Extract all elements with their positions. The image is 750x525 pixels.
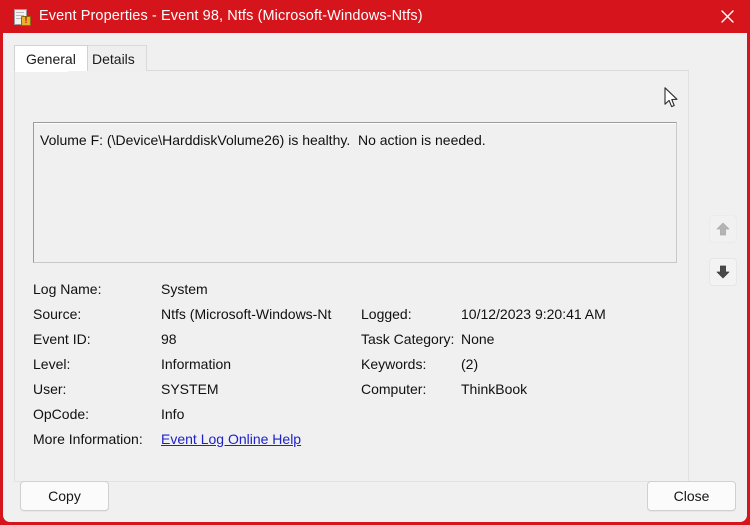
event-description-textbox[interactable]: Volume F: (\Device\HarddiskVolume26) is … <box>33 122 677 263</box>
field-user-label: User: <box>33 380 67 397</box>
copy-button-label: Copy <box>48 488 81 504</box>
close-button[interactable]: Close <box>647 481 736 511</box>
arrow-down-icon <box>716 265 730 279</box>
field-logged-label: Logged: <box>361 305 412 322</box>
field-computer-label: Computer: <box>361 380 427 397</box>
field-log-name: Log Name: System <box>33 276 373 301</box>
tab-panel-general: Volume F: (\Device\HarddiskVolume26) is … <box>14 70 689 482</box>
field-task-category: Task Category: None <box>361 326 677 351</box>
field-task-category-value: None <box>461 330 495 347</box>
client-area: Volume F: (\Device\HarddiskVolume26) is … <box>3 33 747 522</box>
previous-event-button[interactable] <box>709 215 737 243</box>
event-description-text: Volume F: (\Device\HarddiskVolume26) is … <box>40 132 486 148</box>
field-task-category-label: Task Category: <box>361 330 455 347</box>
field-level-label: Level: <box>33 355 71 372</box>
field-opcode: OpCode: Info <box>33 401 373 426</box>
event-log-online-help-link[interactable]: Event Log Online Help <box>161 431 301 447</box>
field-log-name-label: Log Name: <box>33 280 102 297</box>
field-opcode-label: OpCode: <box>33 405 90 422</box>
next-event-button[interactable] <box>709 258 737 286</box>
tab-strip: General Details <box>14 45 689 71</box>
window-title: Event Properties - Event 98, Ntfs (Micro… <box>39 8 423 25</box>
tab-general[interactable]: General <box>14 45 88 71</box>
tab-details[interactable]: Details <box>80 45 147 71</box>
field-computer: Computer: ThinkBook <box>361 376 677 401</box>
field-keywords: Keywords: (2) <box>361 351 677 376</box>
field-logged-value: 10/12/2023 9:20:41 AM <box>461 305 606 322</box>
field-computer-value: ThinkBook <box>461 380 528 397</box>
field-source-label: Source: <box>33 305 82 322</box>
field-opcode-value: Info <box>161 405 185 422</box>
field-more-information: More Information: Event Log Online Help <box>33 426 373 451</box>
field-level-value: Information <box>161 355 232 372</box>
copy-button[interactable]: Copy <box>20 481 109 511</box>
arrow-up-icon <box>716 222 730 236</box>
title-bar: Event Properties - Event 98, Ntfs (Micro… <box>0 0 750 33</box>
field-keywords-label: Keywords: <box>361 355 427 372</box>
field-event-id-value: 98 <box>161 330 177 347</box>
field-event-id-label: Event ID: <box>33 330 91 347</box>
event-properties-icon <box>14 8 31 26</box>
close-button-label: Close <box>673 488 710 504</box>
tab-selected-merge-strip <box>15 70 68 72</box>
field-log-name-value: System <box>161 280 208 297</box>
field-user: User: SYSTEM <box>33 376 373 401</box>
field-source: Source: Ntfs (Microsoft-Windows-Nt <box>33 301 373 326</box>
field-logged: Logged: 10/12/2023 9:20:41 AM <box>361 301 677 326</box>
field-keywords-value: (2) <box>461 355 479 372</box>
event-properties-window: Event Properties - Event 98, Ntfs (Micro… <box>0 0 750 525</box>
close-icon[interactable] <box>704 0 750 33</box>
field-more-information-label: More Information: <box>33 430 143 447</box>
tab-details-label: Details <box>92 50 135 67</box>
field-user-value: SYSTEM <box>161 380 219 397</box>
textbox-inner-highlight <box>34 123 676 124</box>
tab-general-label: General <box>26 50 76 67</box>
field-source-value: Ntfs (Microsoft-Windows-Nt <box>161 305 332 322</box>
field-event-id: Event ID: 98 <box>33 326 373 351</box>
field-level: Level: Information <box>33 351 373 376</box>
